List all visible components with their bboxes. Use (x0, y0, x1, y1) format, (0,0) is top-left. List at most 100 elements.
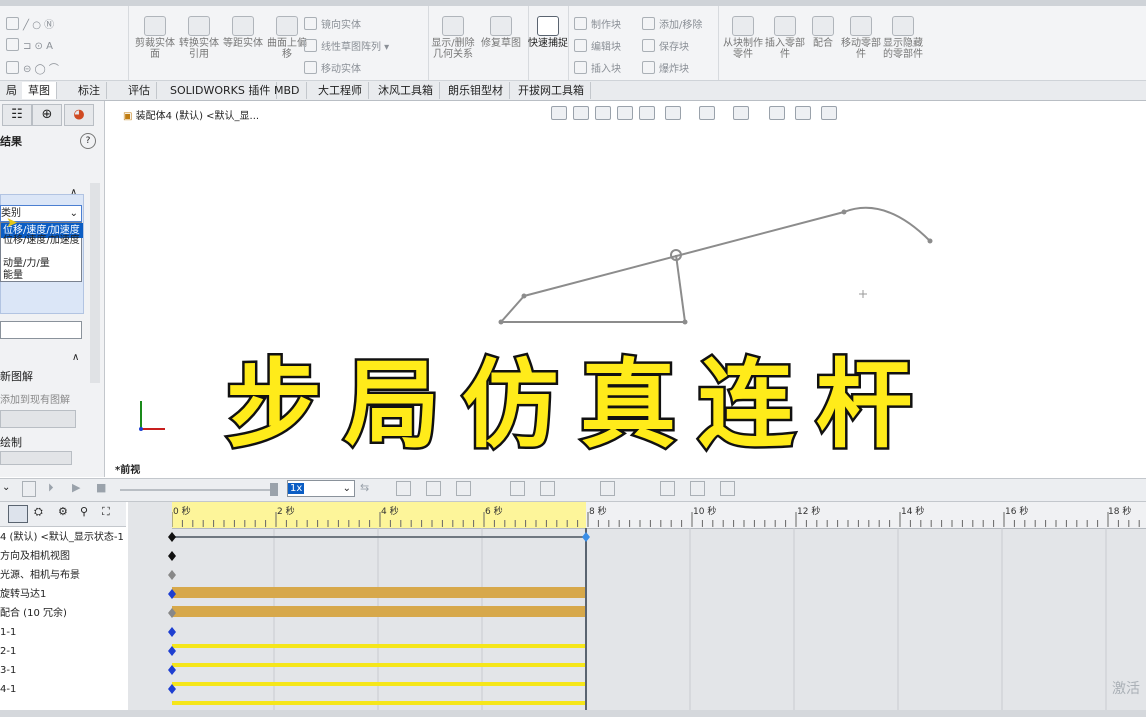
show-hidden-components-button[interactable]: 显示隐藏的零部件 (880, 16, 926, 60)
move-entities-button[interactable]: 移动实体 (304, 60, 361, 75)
autokey-icon[interactable] (456, 481, 471, 496)
filter-animated-icon[interactable] (8, 505, 28, 523)
tree-row-part2[interactable]: 2-1 (0, 642, 126, 661)
block-icon (574, 17, 587, 30)
insert-block-icon (574, 61, 587, 74)
tab-kaiba-toolbox[interactable]: 开拔网工具箱 (512, 82, 591, 99)
ruler-label: 0 秒 (173, 507, 191, 517)
add-remove-button[interactable]: 添加/移除 (642, 16, 702, 31)
stop-icon[interactable]: ■ (96, 481, 106, 494)
explode-block-button[interactable]: 爆炸块 (642, 60, 689, 75)
motor-icon[interactable] (510, 481, 525, 496)
ribbon-group-blocks: 制作块 编辑块 插入块 添加/移除 保存块 爆炸块 (568, 6, 719, 80)
tree-row-mates[interactable]: 配合 (10 冗余) (0, 604, 126, 623)
make-block-button[interactable]: 制作块 (574, 16, 621, 31)
tab-profile[interactable]: 朗乐钼型材 (442, 82, 510, 99)
move-component-button[interactable]: 移动零部件 (838, 16, 884, 60)
gravity-icon[interactable] (600, 481, 615, 496)
repair-sketch-button[interactable]: 修复草图 (478, 16, 524, 49)
play-icon[interactable]: ▶ (72, 481, 80, 494)
key-point (168, 627, 176, 637)
help-icon[interactable]: ? (80, 133, 96, 149)
explode-icon (642, 61, 655, 74)
result-entry-field[interactable] (0, 321, 82, 339)
zoom-timeline-icon[interactable]: ⛶ (102, 505, 120, 521)
filter-results-icon[interactable]: ⚲ (80, 505, 98, 521)
animation-wizard-icon[interactable] (426, 481, 441, 496)
config-tab[interactable]: ☷ (2, 104, 32, 126)
playback-slider-thumb[interactable] (270, 483, 278, 496)
panel-scrollbar[interactable] (90, 183, 100, 383)
line-tool-icon[interactable]: ╱ ○ Ⓝ (6, 16, 54, 31)
part-from-block-icon (732, 16, 754, 36)
edit-block-button[interactable]: 编辑块 (574, 38, 621, 53)
appearance-tab[interactable]: ◕ (64, 104, 94, 126)
plot-option-select[interactable] (0, 451, 72, 465)
play-from-start-icon[interactable]: ⏵ (48, 481, 54, 495)
results-plots-icon[interactable] (660, 481, 675, 496)
quick-snaps-button[interactable]: 快速捕捉 (525, 16, 571, 49)
timeline-tracks[interactable] (128, 528, 1146, 710)
tree-row-orientation[interactable]: 方向及相机视图 (0, 547, 126, 566)
rectangle-tool-icon[interactable]: ⊐ ⊙ A (6, 38, 53, 52)
horizontal-scrollbar[interactable] (0, 710, 1146, 717)
add-to-plot-option[interactable]: 添加到现有图解 (0, 391, 70, 406)
result-category-dropdown: 位移/速度/加速度 位移/速度/加速度 动量/力/量 能量 (0, 222, 83, 283)
video-overlay-title: 步局仿真连杆 (224, 347, 934, 464)
tree-row-lights[interactable]: 光源、相机与布景 (0, 566, 126, 585)
study-type-chevron-icon[interactable]: ⌄ (2, 482, 10, 493)
motion-toolbar: ⌄ ⏵ ▶ ■ ⇆ (0, 478, 1146, 502)
linear-pattern-button[interactable]: 线性草图阵列 ▾ (304, 38, 389, 53)
part4-bar (172, 701, 586, 705)
insert-component-icon (774, 16, 796, 36)
crank-link (500, 295, 525, 323)
dimxpert-tab[interactable]: ⊕ (32, 104, 62, 126)
playback-speed-select[interactable]: 1x ⌄ (287, 480, 355, 497)
tab-evaluate[interactable]: 评估 (122, 82, 157, 99)
activation-watermark: 激活 (1112, 681, 1140, 697)
key-point (168, 532, 176, 542)
collapse-manager-icon[interactable] (720, 481, 735, 496)
playback-slider[interactable] (120, 489, 278, 491)
tree-row-part1[interactable]: 1-1 (0, 623, 126, 642)
study-properties-icon[interactable] (690, 481, 705, 496)
mirror-entities-button[interactable]: 镜向实体 (304, 16, 361, 31)
tab-engineer[interactable]: 大工程师 (312, 82, 369, 99)
tab-mufeng-toolbox[interactable]: 沐风工具箱 (372, 82, 440, 99)
key-point (168, 570, 176, 580)
dropdown-item[interactable]: 能量 (1, 268, 83, 283)
snap-icon (537, 16, 559, 36)
ruler-label: 6 秒 (485, 507, 503, 517)
plot-select[interactable] (0, 410, 76, 428)
calculate-icon[interactable] (22, 481, 36, 497)
property-manager: ☷ ⊕ ◕ 结果 ? ∧ 新图解 ∧ 添加到现有图解 绘制 (0, 101, 105, 477)
spring-icon[interactable] (540, 481, 555, 496)
filter-selected-icon[interactable]: ⚙ (58, 505, 76, 521)
tree-row-assembly[interactable]: 4 (默认) <默认_显示状态-1 (0, 528, 126, 547)
convert-icon (188, 16, 210, 36)
make-part-from-block-button[interactable]: 从块制作零件 (720, 16, 766, 60)
tab-solidworks-addins[interactable]: SOLIDWORKS 插件 (164, 82, 278, 99)
playback-mode-icon[interactable]: ⇆ (360, 481, 369, 494)
save-animation-icon[interactable] (396, 481, 411, 496)
ruler-label: 18 秒 (1108, 507, 1132, 517)
trim-entities-button[interactable]: 剪裁实体面 (132, 16, 178, 60)
dropdown-item[interactable]: 位移/速度/加速度 (1, 233, 83, 248)
tree-row-part4[interactable]: 4-1 (0, 680, 126, 699)
save-block-button[interactable]: 保存块 (642, 38, 689, 53)
insert-block-button[interactable]: 插入块 (574, 60, 621, 75)
tab-mbd[interactable]: MBD (268, 82, 307, 99)
tree-row-motor[interactable]: 旋转马达1 (0, 585, 126, 604)
display-relations-button[interactable]: 显示/删除几何关系 (430, 16, 476, 60)
tab-sketch[interactable]: 草图 (22, 82, 57, 99)
edit-block-icon (574, 39, 587, 52)
convert-entities-button[interactable]: 转换实体引用 (176, 16, 222, 60)
config-icon: ☷ (11, 107, 23, 122)
offset-entities-button[interactable]: 等距实体 (220, 16, 266, 49)
slot-tool-icon[interactable]: ⊝ ◯ ⌒ (6, 60, 59, 75)
tab-markup[interactable]: 标注 (72, 82, 107, 99)
tree-row-part3[interactable]: 3-1 (0, 661, 126, 680)
filter-driving-icon[interactable]: ⛭ (34, 505, 52, 521)
collapse-icon-2[interactable]: ∧ (72, 352, 79, 363)
tab-layout[interactable]: 局 (0, 82, 24, 99)
